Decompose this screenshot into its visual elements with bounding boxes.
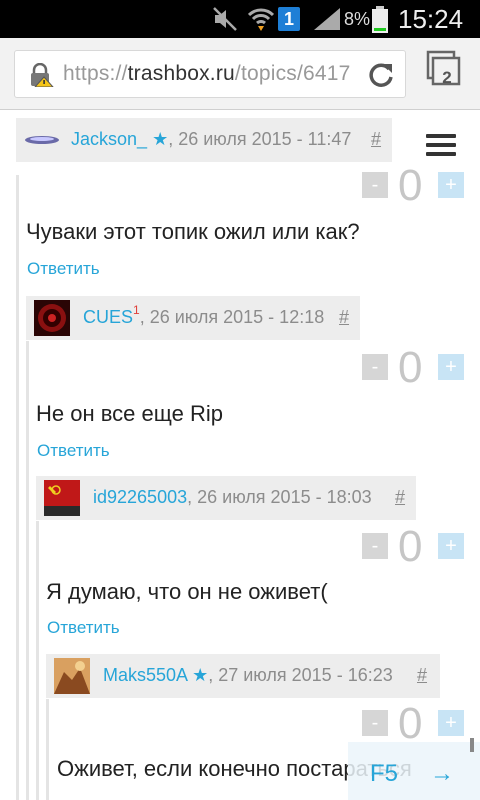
comment-text: Чуваки этот топик ожил или как? (26, 219, 360, 244)
star-icon: ★ (152, 129, 169, 149)
vote-down-button[interactable]: - (362, 533, 388, 559)
comment-date: , 26 июля 2015 - 11:47 (168, 129, 352, 149)
vote-up-button[interactable]: + (438, 172, 464, 198)
warning-lock-icon (31, 63, 54, 87)
reload-icon[interactable] (367, 61, 395, 89)
clock: 15:24 (398, 4, 464, 34)
reply-link[interactable]: Ответить (47, 618, 120, 638)
vote-down-button[interactable]: - (362, 354, 388, 380)
thread-line (26, 341, 29, 800)
comments-thread: Jackson_ ★, 26 июля 2015 - 11:47 # - 0 +… (0, 111, 480, 800)
thread-line (36, 521, 39, 800)
avatar (34, 300, 70, 336)
comment-header: id92265003, 26 июля 2015 - 18:03 # (36, 476, 416, 520)
scrollbar[interactable] (470, 738, 474, 752)
comment-author[interactable]: Maks550A (103, 665, 187, 685)
refresh-comments-button[interactable]: F5 → (348, 742, 480, 800)
comment-author[interactable]: Jackson_ (71, 129, 147, 149)
browser-toolbar: https://trashbox.ru/topics/6417 2 (0, 38, 480, 110)
url-scheme: https:// (63, 62, 128, 85)
thread-line (16, 175, 19, 800)
comment-date: , 26 июля 2015 - 12:18 (139, 307, 325, 327)
vote-down-button[interactable]: - (362, 172, 388, 198)
user-rank-badge: 1 (133, 303, 140, 317)
comment-anchor-link[interactable]: # (339, 307, 349, 328)
comment-anchor-link[interactable]: # (371, 129, 381, 150)
vote-count: 0 (398, 343, 423, 392)
comment-author[interactable]: CUES (83, 307, 133, 327)
comment-anchor-link[interactable]: # (417, 665, 427, 686)
vote-down-button[interactable]: - (362, 710, 388, 736)
tabs-button[interactable]: 2 (424, 50, 464, 96)
tabs-count: 2 (442, 68, 452, 87)
vote-widget: - 0 + (362, 161, 466, 213)
reply-link[interactable]: Ответить (37, 441, 110, 461)
notification-badge: 1 (278, 7, 300, 31)
comment-header: Jackson_ ★, 26 июля 2015 - 11:47 # (16, 118, 392, 162)
url-bar[interactable]: https://trashbox.ru/topics/6417 (14, 50, 406, 98)
vote-up-button[interactable]: + (438, 533, 464, 559)
avatar (25, 136, 59, 144)
star-icon: ★ (192, 665, 209, 685)
vote-widget: - 0 + (362, 522, 466, 574)
vote-count: 0 (398, 161, 423, 210)
wifi-icon (248, 8, 274, 31)
battery-icon (372, 6, 388, 33)
refresh-label: F5 (370, 760, 399, 787)
avatar (44, 480, 80, 516)
vote-count: 0 (398, 522, 423, 571)
status-bar: 1 8% 15:24 (0, 0, 480, 38)
comment-text: Не он все еще Rip (36, 401, 223, 426)
vote-widget: - 0 + (362, 343, 466, 395)
vote-up-button[interactable]: + (438, 710, 464, 736)
thread-line (46, 699, 49, 800)
mute-icon (213, 7, 237, 31)
comment-anchor-link[interactable]: # (395, 487, 405, 508)
comment-header: CUES1, 26 июля 2015 - 12:18 # (26, 296, 360, 340)
comment-date: , 26 июля 2015 - 18:03 (187, 487, 372, 507)
battery-percent: 8% (344, 9, 371, 29)
vote-up-button[interactable]: + (438, 354, 464, 380)
signal-icon (314, 8, 340, 30)
url-path: /topics/6417 (234, 62, 351, 85)
avatar (54, 658, 90, 694)
comment-header: Maks550A ★, 27 июля 2015 - 16:23 # (46, 654, 440, 698)
comment-text: Я думаю, что он не оживет( (46, 579, 328, 604)
arrow-right-icon: → (430, 760, 454, 787)
url-text: https://trashbox.ru/topics/6417 (63, 62, 351, 86)
comment-author[interactable]: id92265003 (93, 487, 187, 507)
url-host: trashbox.ru (127, 62, 235, 85)
reply-link[interactable]: Ответить (27, 259, 100, 279)
comment-date: , 27 июля 2015 - 16:23 (208, 665, 393, 685)
